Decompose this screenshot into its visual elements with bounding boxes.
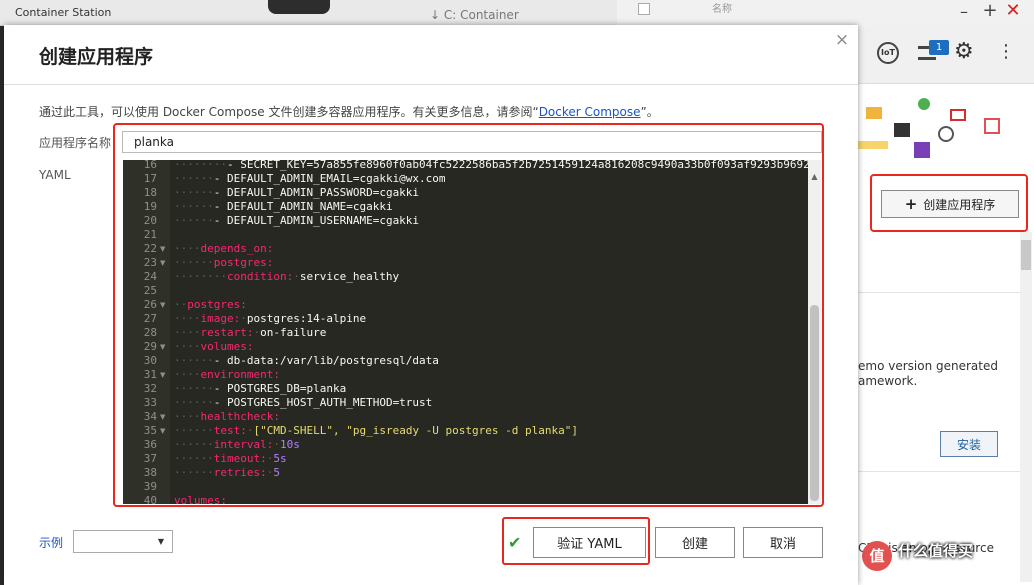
notification-badge: 1 <box>929 40 949 55</box>
app-name-label: 应用程序名称 <box>39 136 112 150</box>
title-bar-handle <box>268 0 330 14</box>
window-close-icon[interactable]: ✕ <box>1004 2 1022 20</box>
iot-icon[interactable]: IoT <box>877 42 899 64</box>
watermark-label: 什么值得买 <box>898 542 974 560</box>
more-options-icon[interactable]: ⋮ <box>997 40 1015 64</box>
decoration-bar <box>858 141 888 149</box>
highlight-box <box>113 123 824 507</box>
app-title: Container Station <box>15 6 112 19</box>
dialog-title: 创建应用程序 <box>39 46 154 68</box>
select-all-checkbox[interactable] <box>638 3 650 15</box>
cancel-button[interactable]: 取消 <box>743 527 823 558</box>
chat-icon <box>918 98 930 110</box>
close-icon[interactable]: × <box>833 31 851 49</box>
highlight-box <box>870 174 1028 232</box>
dropdown-arrow-icon: ▼ <box>157 537 164 546</box>
intro-text-body: 通过此工具，可以使用 Docker Compose 文件创建多容器应用程序。有关… <box>39 105 539 119</box>
divider <box>4 84 858 85</box>
film-icon <box>894 123 910 137</box>
install-button[interactable]: 安装 <box>940 431 998 457</box>
gear-icon[interactable]: ⚙ <box>954 40 974 64</box>
create-button[interactable]: 创建 <box>655 527 735 558</box>
yaml-label: YAML <box>39 168 71 182</box>
example-select[interactable]: ▼ <box>73 530 173 553</box>
intro-text: 通过此工具，可以使用 Docker Compose 文件创建多容器应用程序。有关… <box>39 103 659 120</box>
mail-icon <box>950 109 966 121</box>
watermark-text: 什么值得买 <box>862 540 973 561</box>
calendar-icon <box>984 118 1000 134</box>
app-illustration <box>858 85 1034 185</box>
intro-text-end: ”。 <box>640 105 659 119</box>
music-icon <box>914 142 930 158</box>
example-label[interactable]: 示例 <box>39 534 63 551</box>
docker-compose-link[interactable]: Docker Compose <box>539 105 641 119</box>
column-header-name: 名称 <box>712 4 732 15</box>
background-tab: ↓ C: Container <box>430 8 519 22</box>
page-scrollbar[interactable] <box>1020 232 1032 582</box>
minimize-icon[interactable]: – <box>956 4 972 20</box>
maximize-icon[interactable]: + <box>981 2 999 20</box>
app-card-description: amework. <box>858 374 918 388</box>
folder-icon <box>866 107 882 119</box>
compass-icon <box>938 126 954 142</box>
page-scrollbar-thumb[interactable] <box>1021 240 1031 270</box>
highlight-box <box>502 517 650 565</box>
app-card-description: emo version generated <box>858 359 998 373</box>
